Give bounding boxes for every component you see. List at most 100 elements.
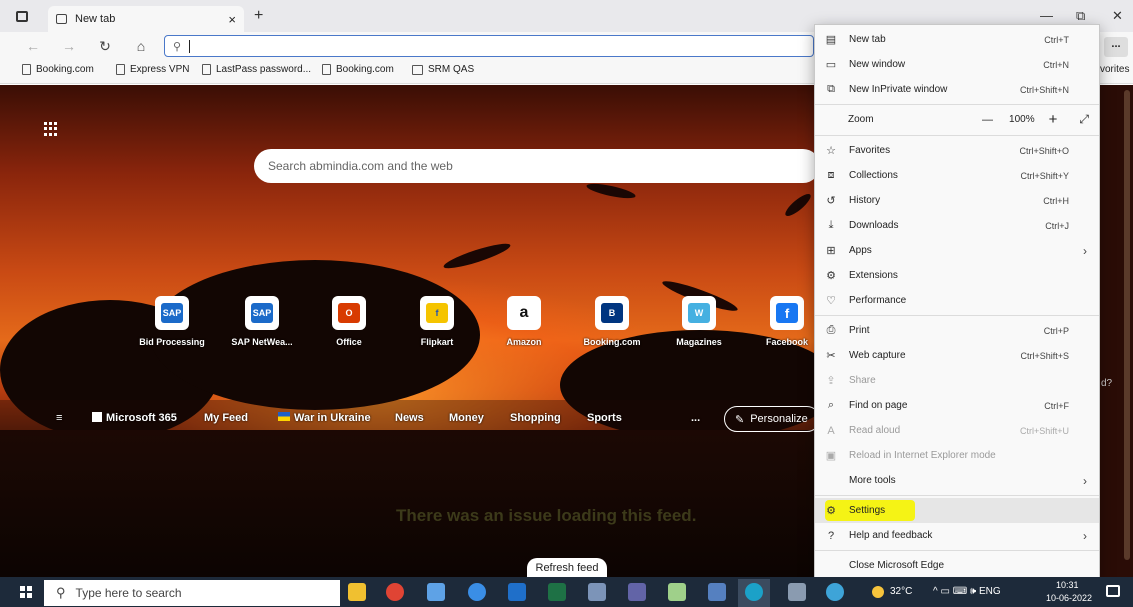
quick-link-amazon[interactable]: a Amazon xyxy=(489,296,559,347)
menu-item-apps[interactable]: ⊞ Apps › xyxy=(815,238,1099,263)
menu-item-downloads[interactable]: ⤓ Downloads Ctrl+J xyxy=(815,213,1099,238)
menu-item-settings[interactable]: ⚙ Settings xyxy=(815,498,1099,523)
quick-link-flipkart[interactable]: f Flipkart xyxy=(402,296,472,347)
feed-tab-microsoft-365[interactable]: Microsoft 365 xyxy=(92,412,177,424)
menu-item-new-inprivate-window[interactable]: ⧉ New InPrivate window Ctrl+Shift+N xyxy=(815,77,1099,102)
favorite-item[interactable]: LastPass password... xyxy=(202,64,311,75)
menu-item-read-aloud[interactable]: A Read aloud Ctrl+Shift+U xyxy=(815,418,1099,443)
flipkart-icon: f xyxy=(420,296,454,330)
collections-icon: ⧈ xyxy=(827,169,835,181)
sap-icon: SAP xyxy=(245,296,279,330)
menu-item-performance[interactable]: ♡ Performance xyxy=(815,288,1099,313)
restore-button[interactable]: ⧉ xyxy=(1076,8,1085,24)
tab-new-tab[interactable]: New tab × xyxy=(48,6,244,32)
minimize-button[interactable]: — xyxy=(1040,8,1053,23)
web-search-input[interactable]: Search abmindia.com and the web xyxy=(254,149,820,183)
weather-temperature[interactable]: 32°C xyxy=(890,586,912,597)
menu-item-find-on-page[interactable]: ⌕ Find on page Ctrl+F xyxy=(815,393,1099,418)
app-launcher-icon[interactable] xyxy=(44,122,58,136)
system-tray-icons[interactable]: ^ ▭ ⌨ 🕪 ENG xyxy=(933,586,1001,597)
settings-and-more-button[interactable]: ... xyxy=(1104,37,1128,57)
menu-item-new-window[interactable]: ▭ New window Ctrl+N xyxy=(815,52,1099,77)
feed-tab-war-in-ukraine[interactable]: War in Ukraine xyxy=(278,412,371,424)
taskbar-search-input[interactable]: ⚲ Type here to search xyxy=(44,580,340,606)
menu-item-history[interactable]: ↺ History Ctrl+H xyxy=(815,188,1099,213)
scrollbar[interactable] xyxy=(1124,90,1130,560)
app-icon[interactable] xyxy=(788,583,806,601)
close-window-button[interactable]: ✕ xyxy=(1112,8,1123,24)
other-favorites[interactable]: vorites xyxy=(1100,64,1129,75)
performance-icon: ♡ xyxy=(826,295,836,307)
refresh-feed-button[interactable]: Refresh feed xyxy=(527,558,607,578)
feed-more-button[interactable]: ... xyxy=(691,412,700,424)
feed-tab-sports[interactable]: Sports xyxy=(587,412,622,424)
favorite-item[interactable]: SRM QAS xyxy=(412,64,474,75)
booking-icon: B xyxy=(595,296,629,330)
excel-icon[interactable] xyxy=(548,583,566,601)
menu-item-close-edge[interactable]: Close Microsoft Edge xyxy=(815,553,1099,578)
clock-date[interactable]: 10-06-2022 xyxy=(1046,593,1092,603)
favorite-label: SRM QAS xyxy=(428,64,475,75)
menu-item-help-and-feedback[interactable]: ? Help and feedback › xyxy=(815,523,1099,548)
tile-label: Facebook xyxy=(765,337,808,347)
folder-icon xyxy=(412,64,423,75)
search-icon: ⚲ xyxy=(56,585,66,600)
teams-icon[interactable] xyxy=(628,583,646,601)
favorite-item[interactable]: Booking.com xyxy=(322,64,394,75)
address-bar[interactable]: ⚲ xyxy=(164,35,814,57)
extensions-icon: ⚙ xyxy=(826,270,836,282)
menu-item-reload-ie-mode[interactable]: ▣ Reload in Internet Explorer mode xyxy=(815,443,1099,468)
quick-link-facebook[interactable]: f Facebook xyxy=(752,296,822,347)
favorite-item[interactable]: Express VPN xyxy=(116,64,189,75)
menu-item-more-tools[interactable]: More tools › xyxy=(815,468,1099,493)
chevron-right-icon: › xyxy=(1083,243,1087,258)
help-icon: ? xyxy=(827,529,835,542)
feed-tab-shopping[interactable]: Shopping xyxy=(510,412,561,424)
quick-link-sap-netweaver[interactable]: SAP SAP NetWea... xyxy=(227,296,297,347)
clock-time[interactable]: 10:31 xyxy=(1056,580,1079,590)
tab-actions-icon[interactable] xyxy=(16,11,28,22)
refresh-button[interactable]: ↻ xyxy=(94,36,116,56)
zoom-out-button[interactable]: — xyxy=(982,114,993,126)
outlook-icon[interactable] xyxy=(508,583,526,601)
quick-link-office[interactable]: O Office xyxy=(314,296,384,347)
tab-title: New tab xyxy=(75,13,116,25)
feed-menu-icon[interactable]: ≡ xyxy=(56,412,62,424)
app-icon[interactable] xyxy=(826,583,844,601)
tab-close-icon[interactable]: × xyxy=(228,12,236,27)
internet-explorer-icon[interactable] xyxy=(468,583,486,601)
office-icon: O xyxy=(332,296,366,330)
feed-tab-money[interactable]: Money xyxy=(449,412,484,424)
weather-icon[interactable] xyxy=(872,586,884,598)
menu-item-web-capture[interactable]: ✂ Web capture Ctrl+Shift+S xyxy=(815,343,1099,368)
app-icon[interactable] xyxy=(708,583,726,601)
quick-link-bid-processing[interactable]: SAP Bid Processing xyxy=(137,296,207,347)
back-button[interactable]: ← xyxy=(22,36,44,56)
new-tab-button[interactable]: + xyxy=(254,7,263,25)
quick-link-magazines[interactable]: W Magazines xyxy=(664,296,734,347)
menu-item-extensions[interactable]: ⚙ Extensions xyxy=(815,263,1099,288)
menu-item-print[interactable]: ⎙ Print Ctrl+P xyxy=(815,318,1099,343)
notification-icon[interactable] xyxy=(1106,585,1120,597)
zoom-in-button[interactable]: + xyxy=(1049,111,1058,128)
edge-icon[interactable] xyxy=(745,583,763,601)
menu-item-favorites[interactable]: ☆ Favorites Ctrl+Shift+O xyxy=(815,138,1099,163)
menu-item-new-tab[interactable]: ▤ New tab Ctrl+T xyxy=(815,27,1099,52)
home-button[interactable]: ⌂ xyxy=(130,36,152,56)
menu-item-share[interactable]: ⇪ Share xyxy=(815,368,1099,393)
app-icon[interactable] xyxy=(588,583,606,601)
menu-item-collections[interactable]: ⧈ Collections Ctrl+Shift+Y xyxy=(815,163,1099,188)
notes-icon[interactable] xyxy=(668,583,686,601)
app-icon[interactable] xyxy=(427,583,445,601)
quick-link-booking[interactable]: B Booking.com xyxy=(577,296,647,347)
forward-button[interactable]: → xyxy=(58,36,80,56)
personalize-button[interactable]: ✎ Personalize xyxy=(724,406,820,432)
fullscreen-icon[interactable]: ⤢ xyxy=(1079,112,1089,127)
chrome-icon[interactable] xyxy=(386,583,404,601)
chevron-right-icon: › xyxy=(1083,528,1087,543)
feed-tab-my-feed[interactable]: My Feed xyxy=(204,412,248,424)
start-button[interactable] xyxy=(20,586,32,598)
feed-tab-news[interactable]: News xyxy=(395,412,424,424)
file-explorer-icon[interactable] xyxy=(348,583,366,601)
favorite-item[interactable]: Booking.com xyxy=(22,64,94,75)
